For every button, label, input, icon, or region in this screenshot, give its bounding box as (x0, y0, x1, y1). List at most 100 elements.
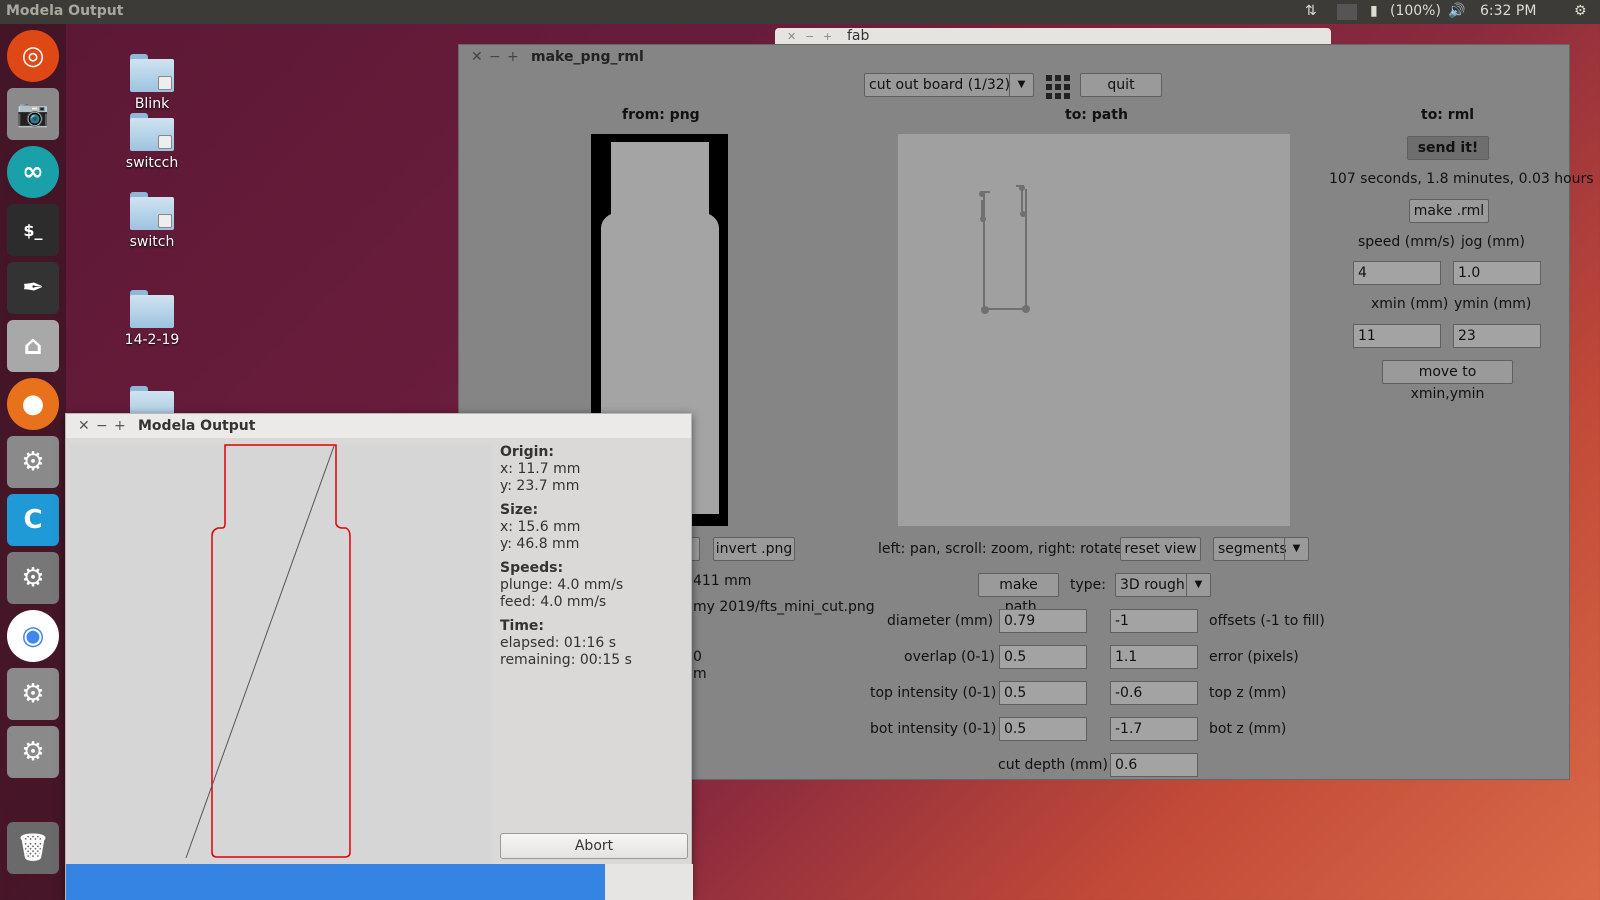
terminal-icon[interactable]: $_ (7, 204, 59, 256)
png-size-partial: 411 mm (693, 573, 752, 589)
overlap-input[interactable]: 0.5 (999, 645, 1087, 669)
error-input[interactable]: 1.1 (1110, 645, 1198, 669)
origin-y: y: 23.7 mm (500, 478, 580, 494)
jog-input[interactable]: 1.0 (1453, 261, 1541, 285)
window-title: make_png_rml (531, 49, 644, 65)
cut-depth-input[interactable]: 0.6 (1110, 753, 1198, 777)
to-rml-heading: to: rml (1421, 107, 1475, 123)
speed-label: speed (mm/s) (1358, 234, 1455, 250)
maximize-icon[interactable]: + (114, 418, 126, 434)
keyboard-icon[interactable] (1337, 4, 1357, 20)
c-app-icon[interactable]: C (7, 494, 59, 546)
offsets-label: offsets (-1 to fill) (1209, 613, 1325, 629)
grid-icon[interactable] (1044, 73, 1070, 99)
active-app-title: Modela Output (6, 3, 124, 19)
mode-select[interactable]: cut out board (1/32) ▼ (864, 73, 1034, 97)
chevron-down-icon: ▼ (1009, 74, 1033, 96)
close-icon[interactable]: ✕ (471, 49, 483, 65)
app-settings-icon-2[interactable]: ⚙ (7, 668, 59, 720)
reset-view-button[interactable]: reset view (1120, 537, 1201, 561)
display-select[interactable]: segments ▼ (1213, 537, 1309, 561)
desktop-icon-label: switch (129, 234, 175, 250)
launcher: ◎ 📷 ∞ $_ ✒ ⌂ ● ⚙ C ⚙ ◉ ⚙ ⚙ 🗑 (0, 24, 66, 900)
app-settings-icon-3[interactable]: ⚙ (7, 726, 59, 778)
desktop-folder-switch[interactable]: switch (112, 192, 192, 250)
gear-icon[interactable]: ⚙ (1574, 3, 1587, 19)
cut-outline-drawing (185, 444, 351, 859)
desktop-folder-blink[interactable]: Blink (112, 54, 192, 112)
settings-icon[interactable]: ⚙ (7, 436, 59, 488)
quit-button[interactable]: quit (1080, 73, 1162, 97)
window-title: fab (847, 28, 870, 44)
desktop-icon-label: Blink (134, 96, 170, 112)
toolpath-canvas (70, 444, 492, 872)
make-path-button[interactable]: make .path (978, 573, 1059, 615)
clock[interactable]: 6:32 PM (1480, 3, 1536, 19)
toolpath-drawing (979, 185, 1030, 314)
time-remaining: remaining: 00:15 s (500, 652, 632, 668)
battery-percent[interactable]: (100%) (1390, 3, 1441, 19)
size-y: y: 46.8 mm (500, 536, 580, 552)
minimize-icon[interactable]: − (489, 49, 501, 65)
plunge-speed: plunge: 4.0 mm/s (500, 577, 624, 593)
bot-z-input[interactable]: -1.7 (1110, 717, 1198, 741)
close-icon[interactable]: ✕ (787, 30, 796, 43)
bot-intensity-label: bot intensity (0-1) (870, 721, 997, 737)
camera-icon[interactable]: 📷 (7, 88, 59, 140)
fab-window[interactable]: ✕ − + fab (775, 28, 1331, 44)
overlap-label: overlap (0-1) (904, 649, 995, 665)
xmin-input[interactable]: 11 (1353, 324, 1441, 348)
origin-heading: Origin: (500, 444, 554, 460)
send-it-button[interactable]: send it! (1407, 136, 1489, 160)
files-icon[interactable]: ⌂ (7, 320, 59, 372)
network-icon[interactable]: ⇅ (1305, 3, 1317, 19)
path-preview[interactable] (898, 134, 1290, 526)
error-label: error (pixels) (1209, 649, 1299, 665)
ymin-label: ymin (mm) (1454, 296, 1532, 312)
diameter-label: diameter (mm) (887, 613, 994, 629)
top-z-input[interactable]: -0.6 (1110, 681, 1198, 705)
offsets-input[interactable]: -1 (1110, 609, 1198, 633)
ymin-input[interactable]: 23 (1453, 324, 1541, 348)
desktop-folder-14-2-19[interactable]: 14-2-19 (112, 290, 192, 348)
chrome-icon[interactable]: ◉ (7, 610, 59, 662)
make-rml-button[interactable]: make .rml (1409, 199, 1489, 223)
speed-input[interactable]: 4 (1353, 261, 1441, 285)
system-settings-icon[interactable]: ⚙ (7, 552, 59, 604)
trash-icon[interactable]: 🗑 (7, 822, 59, 874)
ubuntu-logo-icon[interactable]: ◎ (7, 30, 59, 82)
diameter-input[interactable]: 0.79 (999, 609, 1087, 633)
view-hint: left: pan, scroll: zoom, right: rotate (878, 541, 1123, 557)
top-intensity-label: top intensity (0-1) (870, 685, 997, 701)
maximize-icon[interactable]: + (823, 30, 832, 43)
time-estimate: 107 seconds, 1.8 minutes, 0.03 hours (1329, 171, 1594, 187)
mode-select-value: cut out board (1/32) (869, 77, 1011, 93)
bot-intensity-input[interactable]: 0.5 (999, 717, 1087, 741)
minimize-icon[interactable]: − (805, 30, 814, 43)
folder-icon (130, 113, 174, 151)
firefox-icon[interactable]: ● (7, 378, 59, 430)
maximize-icon[interactable]: + (507, 49, 519, 65)
minimize-icon[interactable]: − (96, 418, 108, 434)
cut-depth-label: cut depth (mm) (998, 757, 1108, 773)
top-intensity-input[interactable]: 0.5 (999, 681, 1087, 705)
desktop-icon-label: switcch (125, 155, 179, 171)
progress-fill (66, 864, 606, 900)
inkscape-icon[interactable]: ✒ (7, 262, 59, 314)
titlebar: ✕ − + make_png_rml (459, 45, 1569, 71)
abort-button[interactable]: Abort (500, 833, 688, 859)
close-icon[interactable]: ✕ (78, 418, 90, 434)
window-title: Modela Output (138, 418, 256, 434)
invert-png-button[interactable]: invert .png (713, 537, 795, 561)
to-path-heading: to: path (1065, 107, 1128, 123)
desktop-folder-switcch[interactable]: switcch (112, 113, 192, 171)
chevron-down-icon: ▼ (1186, 574, 1210, 596)
volume-icon[interactable]: 🔊 (1448, 3, 1465, 19)
time-elapsed: elapsed: 01:16 s (500, 635, 617, 651)
move-to-xmin-ymin-button[interactable]: move to xmin,ymin (1382, 360, 1513, 402)
battery-icon[interactable]: ▮ (1370, 3, 1378, 19)
size-heading: Size: (500, 502, 539, 518)
modela-output-window: ✕ − + Modela Output Origin: x: 11.7 mm y… (65, 413, 693, 900)
type-select[interactable]: 3D rough ▼ (1115, 573, 1211, 597)
arduino-icon[interactable]: ∞ (7, 146, 59, 198)
